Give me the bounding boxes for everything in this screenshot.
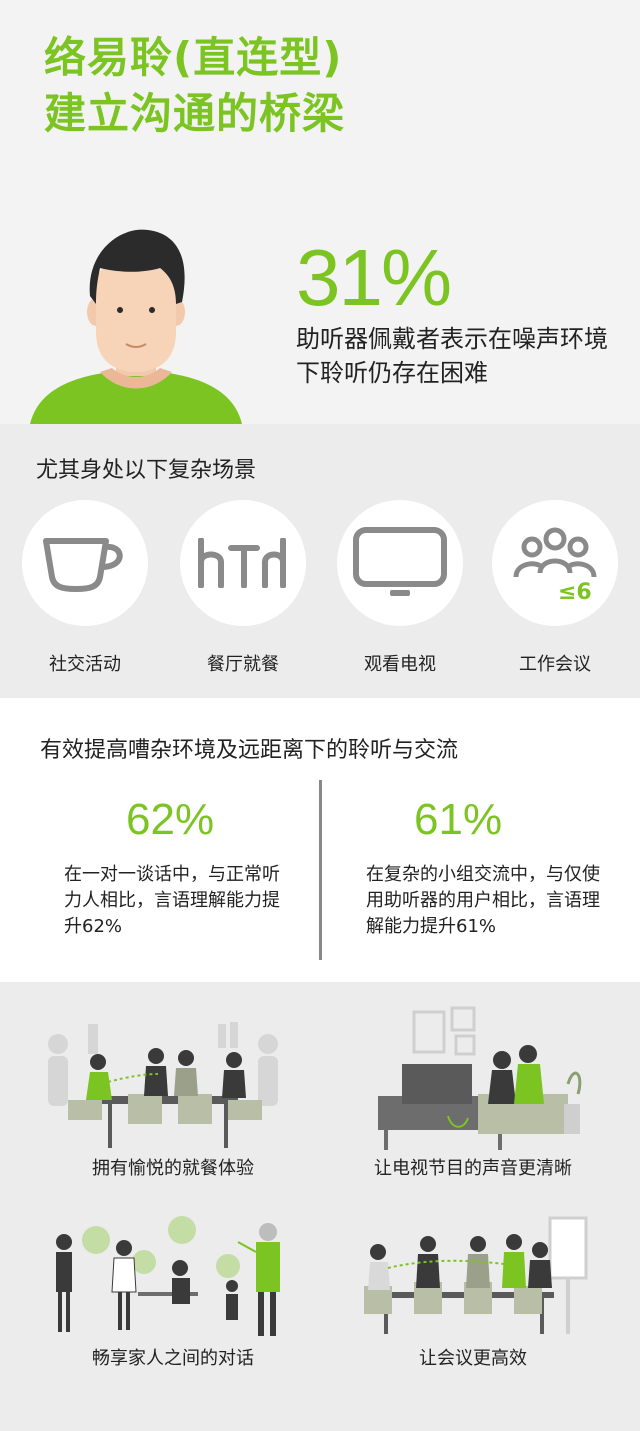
- benefit-label: 畅享家人之间的对话: [92, 1348, 254, 1369]
- benefit-tv: 让电视节目的声音更清晰: [328, 1004, 618, 1180]
- stat-one-to-one: 62% 在一对一谈话中，与正常听力人相比，言语理解能力提升62%: [64, 790, 294, 940]
- meeting-group-icon: ≤6: [513, 527, 597, 603]
- title-line-2: 建立沟通的桥梁: [44, 89, 346, 138]
- dining-illustration: [48, 1022, 278, 1148]
- benefit-family: 畅享家人之间的对话: [28, 1212, 318, 1370]
- benefit-label: 让会议更高效: [419, 1348, 527, 1369]
- hero-description: 助听器佩戴者表示在噪声环境下聆听仍存在困难: [296, 325, 608, 387]
- scene-circle: [22, 500, 148, 626]
- scene-restaurant: 餐厅就餐: [180, 500, 306, 676]
- title-line-1: 络易聆(直连型): [44, 33, 343, 82]
- stats-section: 有效提高嘈杂环境及远距离下的聆听与交流 62% 在一对一谈话中，与正常听力人相比…: [0, 698, 640, 982]
- tv-icon: [353, 527, 447, 596]
- person-avatar-icon: [30, 229, 242, 424]
- stat-description: 在复杂的小组交流中，与仅使用助听器的用户相比，言语理解能力提升61%: [366, 864, 600, 937]
- page-title: 络易聆(直连型) 建立沟通的桥梁: [44, 30, 345, 142]
- scene-circle: [180, 500, 306, 626]
- stats-title: 有效提高嘈杂环境及远距离下的聆听与交流: [40, 738, 459, 763]
- benefit-meeting: 让会议更高效: [328, 1212, 618, 1370]
- benefit-dining: 拥有愉悦的就餐体验: [28, 1004, 318, 1180]
- scene-label: 观看电视: [364, 654, 436, 675]
- scene-label: 社交活动: [49, 654, 121, 675]
- stat-percent: 62%: [126, 795, 215, 844]
- tv-illustration: [378, 1006, 582, 1150]
- scene-label: 餐厅就餐: [207, 654, 279, 675]
- stats-divider: [319, 780, 322, 960]
- scene-social: 社交活动: [22, 500, 148, 676]
- coffee-cup-icon: [43, 538, 123, 592]
- stat-percent: 61%: [414, 795, 503, 844]
- scenes-title: 尤其身处以下复杂场景: [36, 458, 257, 483]
- restaurant-icon: [198, 538, 286, 588]
- stat-description: 在一对一谈话中，与正常听力人相比，言语理解能力提升62%: [64, 864, 280, 937]
- hero-section: 络易聆(直连型) 建立沟通的桥梁 31% 助听器佩戴者表示在噪声环境下聆听仍存在…: [0, 0, 640, 424]
- scene-circle: ≤6: [492, 500, 618, 626]
- benefit-label: 让电视节目的声音更清晰: [374, 1158, 572, 1179]
- hero-percent: 31%: [296, 233, 452, 322]
- scene-circle: [337, 500, 463, 626]
- benefits-section: 拥有愉悦的就餐体验 让电视节目的声音更清晰 畅享家人之间的对话 让会议更高效: [0, 982, 640, 1431]
- scene-meeting: ≤6 工作会议: [492, 500, 618, 676]
- stat-group: 61% 在复杂的小组交流中，与仅使用助听器的用户相比，言语理解能力提升61%: [366, 790, 616, 940]
- meeting-badge: ≤6: [558, 580, 592, 603]
- scene-label: 工作会议: [519, 654, 591, 675]
- scene-tv: 观看电视: [337, 500, 463, 676]
- scenes-section: 尤其身处以下复杂场景 社交活动 餐厅就餐 观看电视 ≤6 工作会议: [0, 424, 640, 698]
- family-illustration: [56, 1216, 280, 1336]
- benefit-label: 拥有愉悦的就餐体验: [92, 1158, 254, 1179]
- meeting-illustration: [364, 1216, 588, 1334]
